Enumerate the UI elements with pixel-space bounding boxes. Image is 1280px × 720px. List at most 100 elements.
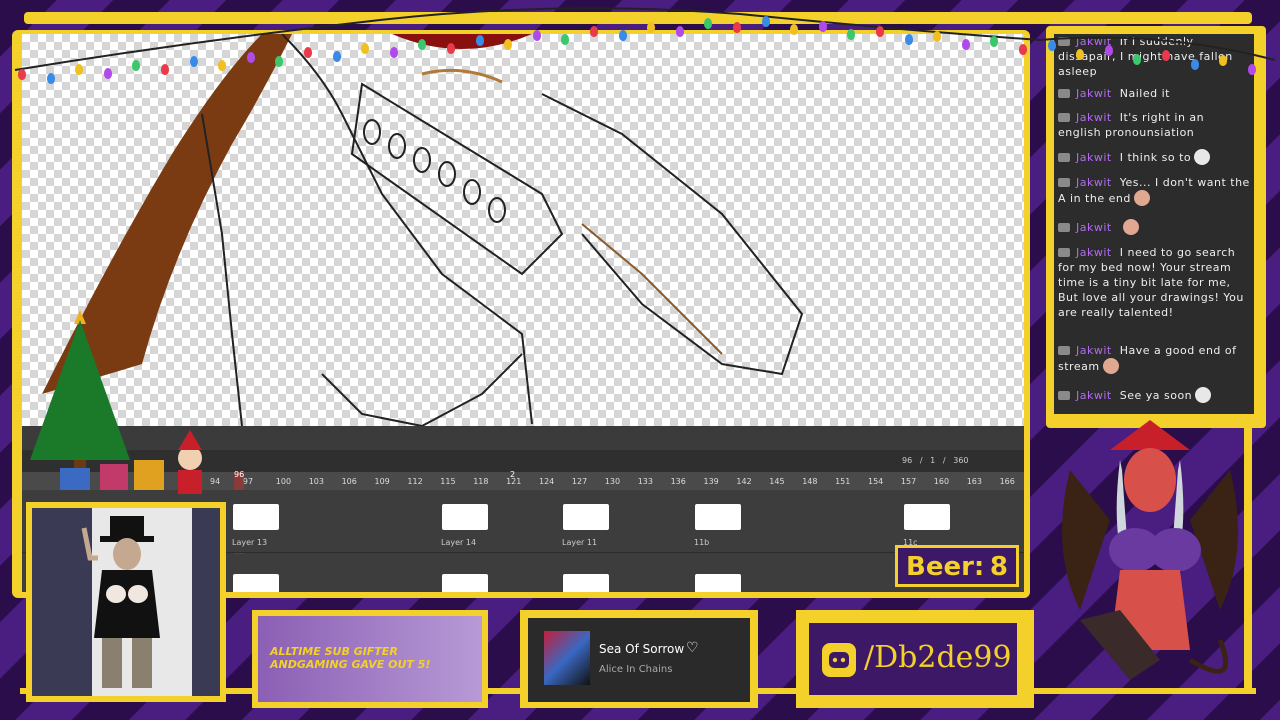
discord-handle[interactable]: /Db2de99 — [864, 640, 1012, 675]
light-bulb-icon — [961, 39, 970, 51]
chat-username[interactable]: Jakwit — [1076, 344, 1112, 357]
chat-text: I think so to — [1119, 151, 1192, 164]
ruler-tick-label: 145 — [769, 477, 785, 486]
cel-thumbnail[interactable] — [563, 504, 609, 530]
ruler-tick-label: 133 — [637, 477, 653, 486]
light-bulb-icon — [189, 55, 198, 67]
light-bulb-icon — [1104, 45, 1113, 57]
light-bulb-icon — [332, 51, 341, 63]
light-bulb-icon — [876, 25, 884, 37]
light-bulb-icon — [532, 30, 541, 42]
cel-thumbnail[interactable] — [904, 504, 950, 530]
light-bulb-icon — [246, 51, 255, 63]
chat-username[interactable]: Jakwit — [1076, 389, 1112, 402]
emote-icon — [1133, 190, 1150, 206]
light-bulb-icon — [103, 68, 112, 80]
ruler-tick-label: 118 — [473, 477, 489, 486]
gifter-line2: ANDGAMING GAVE OUT 5! — [270, 658, 431, 671]
chat-message: Jakwit See ya soon — [1058, 387, 1250, 403]
heart-icon[interactable]: ♡ — [686, 640, 699, 656]
ruler-tick-label: 130 — [604, 477, 621, 486]
ruler-tick-label: 160 — [933, 477, 950, 486]
cel-thumbnail[interactable] — [233, 574, 279, 592]
light-bulb-icon — [504, 38, 513, 50]
chat-message: Jakwit I think so to — [1058, 149, 1250, 165]
streamer-avatar — [32, 508, 220, 696]
cel-thumbnail[interactable] — [695, 504, 741, 530]
chat-username[interactable]: Jakwit — [1076, 151, 1112, 164]
cel-label: Layer 13 — [232, 538, 268, 547]
avatar-illustration — [81, 508, 192, 696]
cel-thumbnail[interactable] — [695, 574, 741, 592]
beer-label: Beer: — [906, 552, 985, 582]
cel-thumbnail[interactable] — [442, 504, 488, 530]
light-bulb-icon — [704, 17, 713, 29]
light-bulb-icon — [675, 25, 684, 37]
gifter-line1: ALLTIME SUB GIFTER — [270, 645, 398, 658]
badge-icon — [1058, 89, 1070, 98]
emote-icon — [1122, 219, 1139, 235]
light-bulb-icon — [161, 64, 169, 76]
chat-username[interactable]: Jakwit — [1076, 111, 1112, 124]
marker-label: 2 — [510, 470, 516, 479]
light-bulb-icon — [361, 43, 370, 55]
light-bulb-icon — [818, 20, 827, 32]
light-bulb-icon — [1190, 58, 1199, 70]
cel-thumbnail[interactable] — [442, 574, 488, 592]
chat-username[interactable]: Jakwit — [1076, 246, 1112, 259]
emote-icon — [1195, 387, 1212, 403]
light-bulb-icon — [1133, 53, 1142, 65]
cel-label: Layer 11 — [562, 538, 598, 547]
ruler-tick-label: 163 — [966, 477, 982, 486]
ruler-tick-label: 127 — [571, 477, 588, 486]
light-bulb-icon — [46, 72, 55, 84]
ruler-tick-label: 106 — [341, 477, 357, 486]
beer-value: 8 — [989, 552, 1008, 582]
light-bulb-icon — [590, 26, 598, 38]
chat-username[interactable]: Jakwit — [1076, 221, 1112, 234]
sub-gifter-text: ALLTIME SUB GIFTER ANDGAMING GAVE OUT 5! — [270, 645, 430, 671]
light-bulb-icon — [1162, 50, 1170, 62]
light-bulb-icon — [475, 34, 484, 46]
chat-panel[interactable]: Jakwit If I suddenly dissapair, I might … — [1054, 34, 1254, 414]
mascot-illustration — [1062, 420, 1238, 680]
cel-thumbnail[interactable] — [563, 574, 609, 592]
light-bulb-icon — [618, 30, 627, 42]
badge-icon — [1058, 346, 1070, 355]
emote-icon — [1194, 149, 1211, 165]
chat-message: Jakwit I need to go search for my bed no… — [1058, 245, 1250, 320]
ruler-tick-label: 94 — [210, 477, 221, 486]
song-artist: Alice In Chains — [599, 664, 673, 675]
cel-label: 11b — [694, 538, 710, 547]
discord-icon — [822, 643, 856, 677]
badge-icon — [1058, 178, 1070, 187]
light-bulb-icon — [1019, 43, 1027, 55]
cel-label: Layer 14 — [441, 538, 477, 547]
ruler-tick-label: 154 — [868, 477, 884, 486]
counter-end: 360 — [953, 456, 969, 465]
album-art — [544, 631, 590, 685]
light-bulb-icon — [1047, 40, 1056, 52]
playhead-label: 96 — [234, 470, 245, 479]
badge-icon — [1058, 153, 1070, 162]
ruler-tick-label: 157 — [900, 477, 917, 486]
badge-icon — [1058, 248, 1070, 257]
light-bulb-icon — [933, 30, 942, 42]
counter-start: 1 — [930, 456, 936, 465]
beer-counter: Beer: 8 — [895, 545, 1019, 587]
ruler-tick-label: 100 — [275, 477, 292, 486]
chat-message: Jakwit It's right in an english pronouns… — [1058, 110, 1250, 140]
ruler-tick-label: 139 — [703, 477, 719, 486]
ruler-tick-label: 166 — [999, 477, 1015, 486]
ruler-tick-label: 112 — [407, 477, 423, 486]
ruler-tick-label: 151 — [835, 477, 851, 486]
cel-thumbnail[interactable] — [233, 504, 279, 530]
ruler-tick-label: 109 — [374, 477, 390, 486]
badge-icon — [1058, 113, 1070, 122]
chat-username[interactable]: Jakwit — [1076, 176, 1112, 189]
ruler-tick-label: 103 — [308, 477, 324, 486]
light-bulb-icon — [1076, 48, 1085, 60]
christmas-tree-decoration — [30, 310, 202, 494]
frame-counter: 96 / 1 / 360 — [902, 456, 969, 465]
christmas-lights-decoration — [14, 7, 1276, 71]
